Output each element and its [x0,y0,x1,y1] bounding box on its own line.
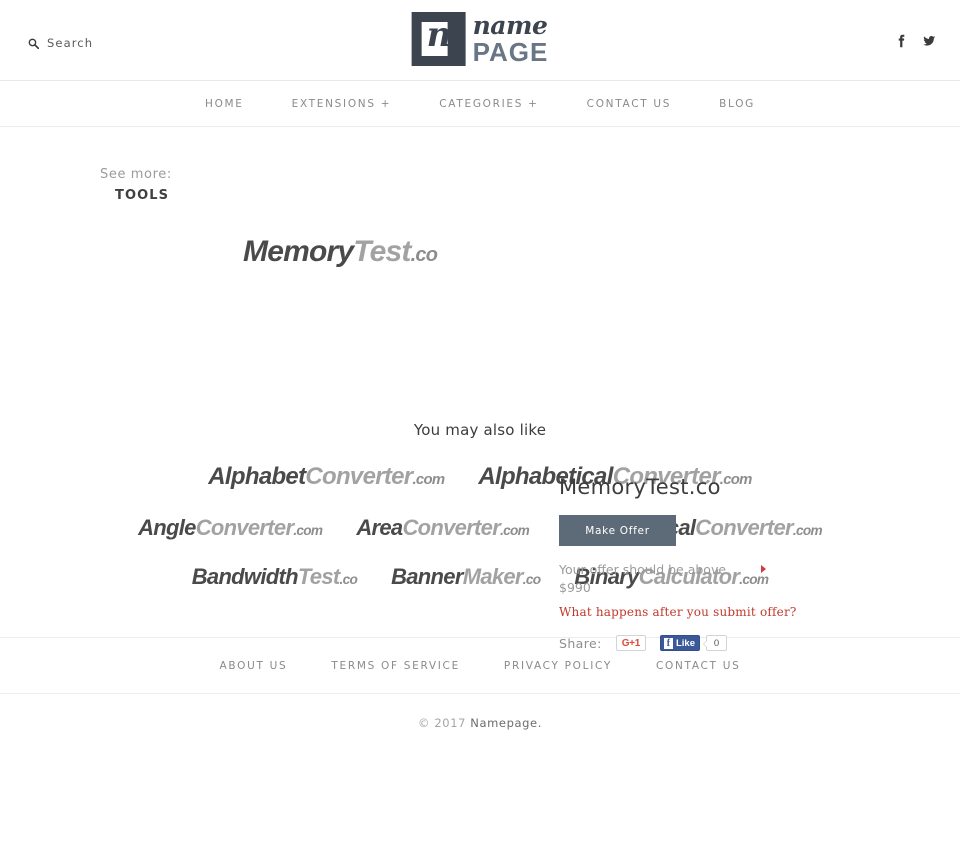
top-bar: Search name PAGE [0,0,960,81]
nav-item-extensions[interactable]: EXTENSIONS + [268,98,416,110]
footer-link-privacy-policy[interactable]: PRIVACY POLICY [482,660,634,672]
hero-domain-tld: .co [410,244,438,266]
nav-item-home[interactable]: HOME [181,98,268,110]
facebook-f-icon: f [663,637,673,649]
footer-link-terms-of-service[interactable]: TERMS OF SERVICE [309,660,482,672]
search-label: Search [47,36,94,50]
related-domain-areaconverter[interactable]: AreaConverter.com [356,511,529,544]
see-more-label: See more: [100,167,172,182]
hero-domain-part1: Memory [243,235,354,268]
domain-part2: Test [297,564,340,589]
copyright: © 2017 Namepage. [0,694,960,730]
logo-mark-icon [411,12,466,66]
related-domain-bannermaker[interactable]: BannerMaker.co [391,560,541,593]
offer-panel: MemoryTest.co Make Offer Your offer shou… [559,475,889,652]
footer-link-contact-us[interactable]: CONTACT US [634,660,762,672]
hero-section: MemoryTest.co MemoryTest.co Make Offer Y… [0,203,960,652]
logo-page-text: PAGE [472,37,549,67]
logo-name-text: name [472,11,548,40]
domain-part1: Banner [391,564,463,589]
page-title: MemoryTest.co [559,475,721,499]
breadcrumb-category-tools[interactable]: TOOLS [100,188,960,203]
hero-domain-part2: Test [353,235,411,268]
breadcrumb: See more: TOOLS [0,167,960,203]
facebook-icon[interactable] [894,34,908,48]
hero-domain-logo: MemoryTest.co [243,235,438,269]
domain-part1: Alphabet [208,463,306,490]
domain-tld: .com [500,523,530,538]
copyright-brand: Namepage. [470,716,542,730]
facebook-like-label: Like [675,637,695,649]
what-happens-link[interactable]: What happens after you submit offer? [559,605,889,619]
nav-item-contact-us[interactable]: CONTACT US [563,98,695,110]
nav-item-blog[interactable]: BLOG [695,98,779,110]
facebook-like-widget: f Like 0 [659,635,727,652]
domain-tld: .com [293,523,323,538]
domain-part2: Maker [462,564,524,589]
domain-part1: Angle [138,515,196,540]
share-label: Share: [559,635,602,651]
logo-wordmark: name PAGE [473,13,549,65]
main-navigation: HOME EXTENSIONS + CATEGORIES + CONTACT U… [0,81,960,127]
twitter-icon[interactable] [922,34,936,48]
related-domain-bandwidthtest[interactable]: BandwidthTest.co [191,560,358,593]
search-icon [28,38,39,49]
domain-tld: .co [522,572,541,587]
facebook-like-count: 0 [702,635,727,652]
domain-part2: Converter [402,515,501,540]
page-root: Search name PAGE HOME EXTENSIONS + CATEG… [0,0,960,848]
domain-tld: .co [339,572,358,587]
nav-item-categories[interactable]: CATEGORIES + [415,98,562,110]
also-like-title: You may also like [413,421,547,439]
domain-part2: Converter [195,515,294,540]
footer-link-about-us[interactable]: ABOUT US [198,660,310,672]
share-row: Share: G+1 f Like 0 [559,635,889,652]
make-offer-button[interactable]: Make Offer [559,515,676,546]
red-triangle-icon [761,565,766,573]
copyright-prefix: © 2017 [418,716,471,730]
offer-note: Your offer should be above $990 [559,561,771,597]
related-domain-alphabetconverter[interactable]: AlphabetConverter.com [208,459,445,495]
social-links [894,34,936,48]
offer-note-line1: Your offer should be above [559,562,727,577]
domain-part2: Converter [305,463,413,490]
domain-part1: Bandwidth [191,564,299,589]
domain-tld: .com [412,472,445,488]
domain-part1: Area [356,515,403,540]
related-domain-angleconverter[interactable]: AngleConverter.com [138,511,323,544]
site-logo[interactable]: name PAGE [411,12,549,66]
google-plus-one-button[interactable]: G+1 [615,635,646,652]
offer-minimum-price: $990 [559,580,591,596]
google-plus-label: G+1 [621,637,641,649]
facebook-like-button[interactable]: f Like [659,635,700,652]
search-button[interactable]: Search [28,36,93,50]
